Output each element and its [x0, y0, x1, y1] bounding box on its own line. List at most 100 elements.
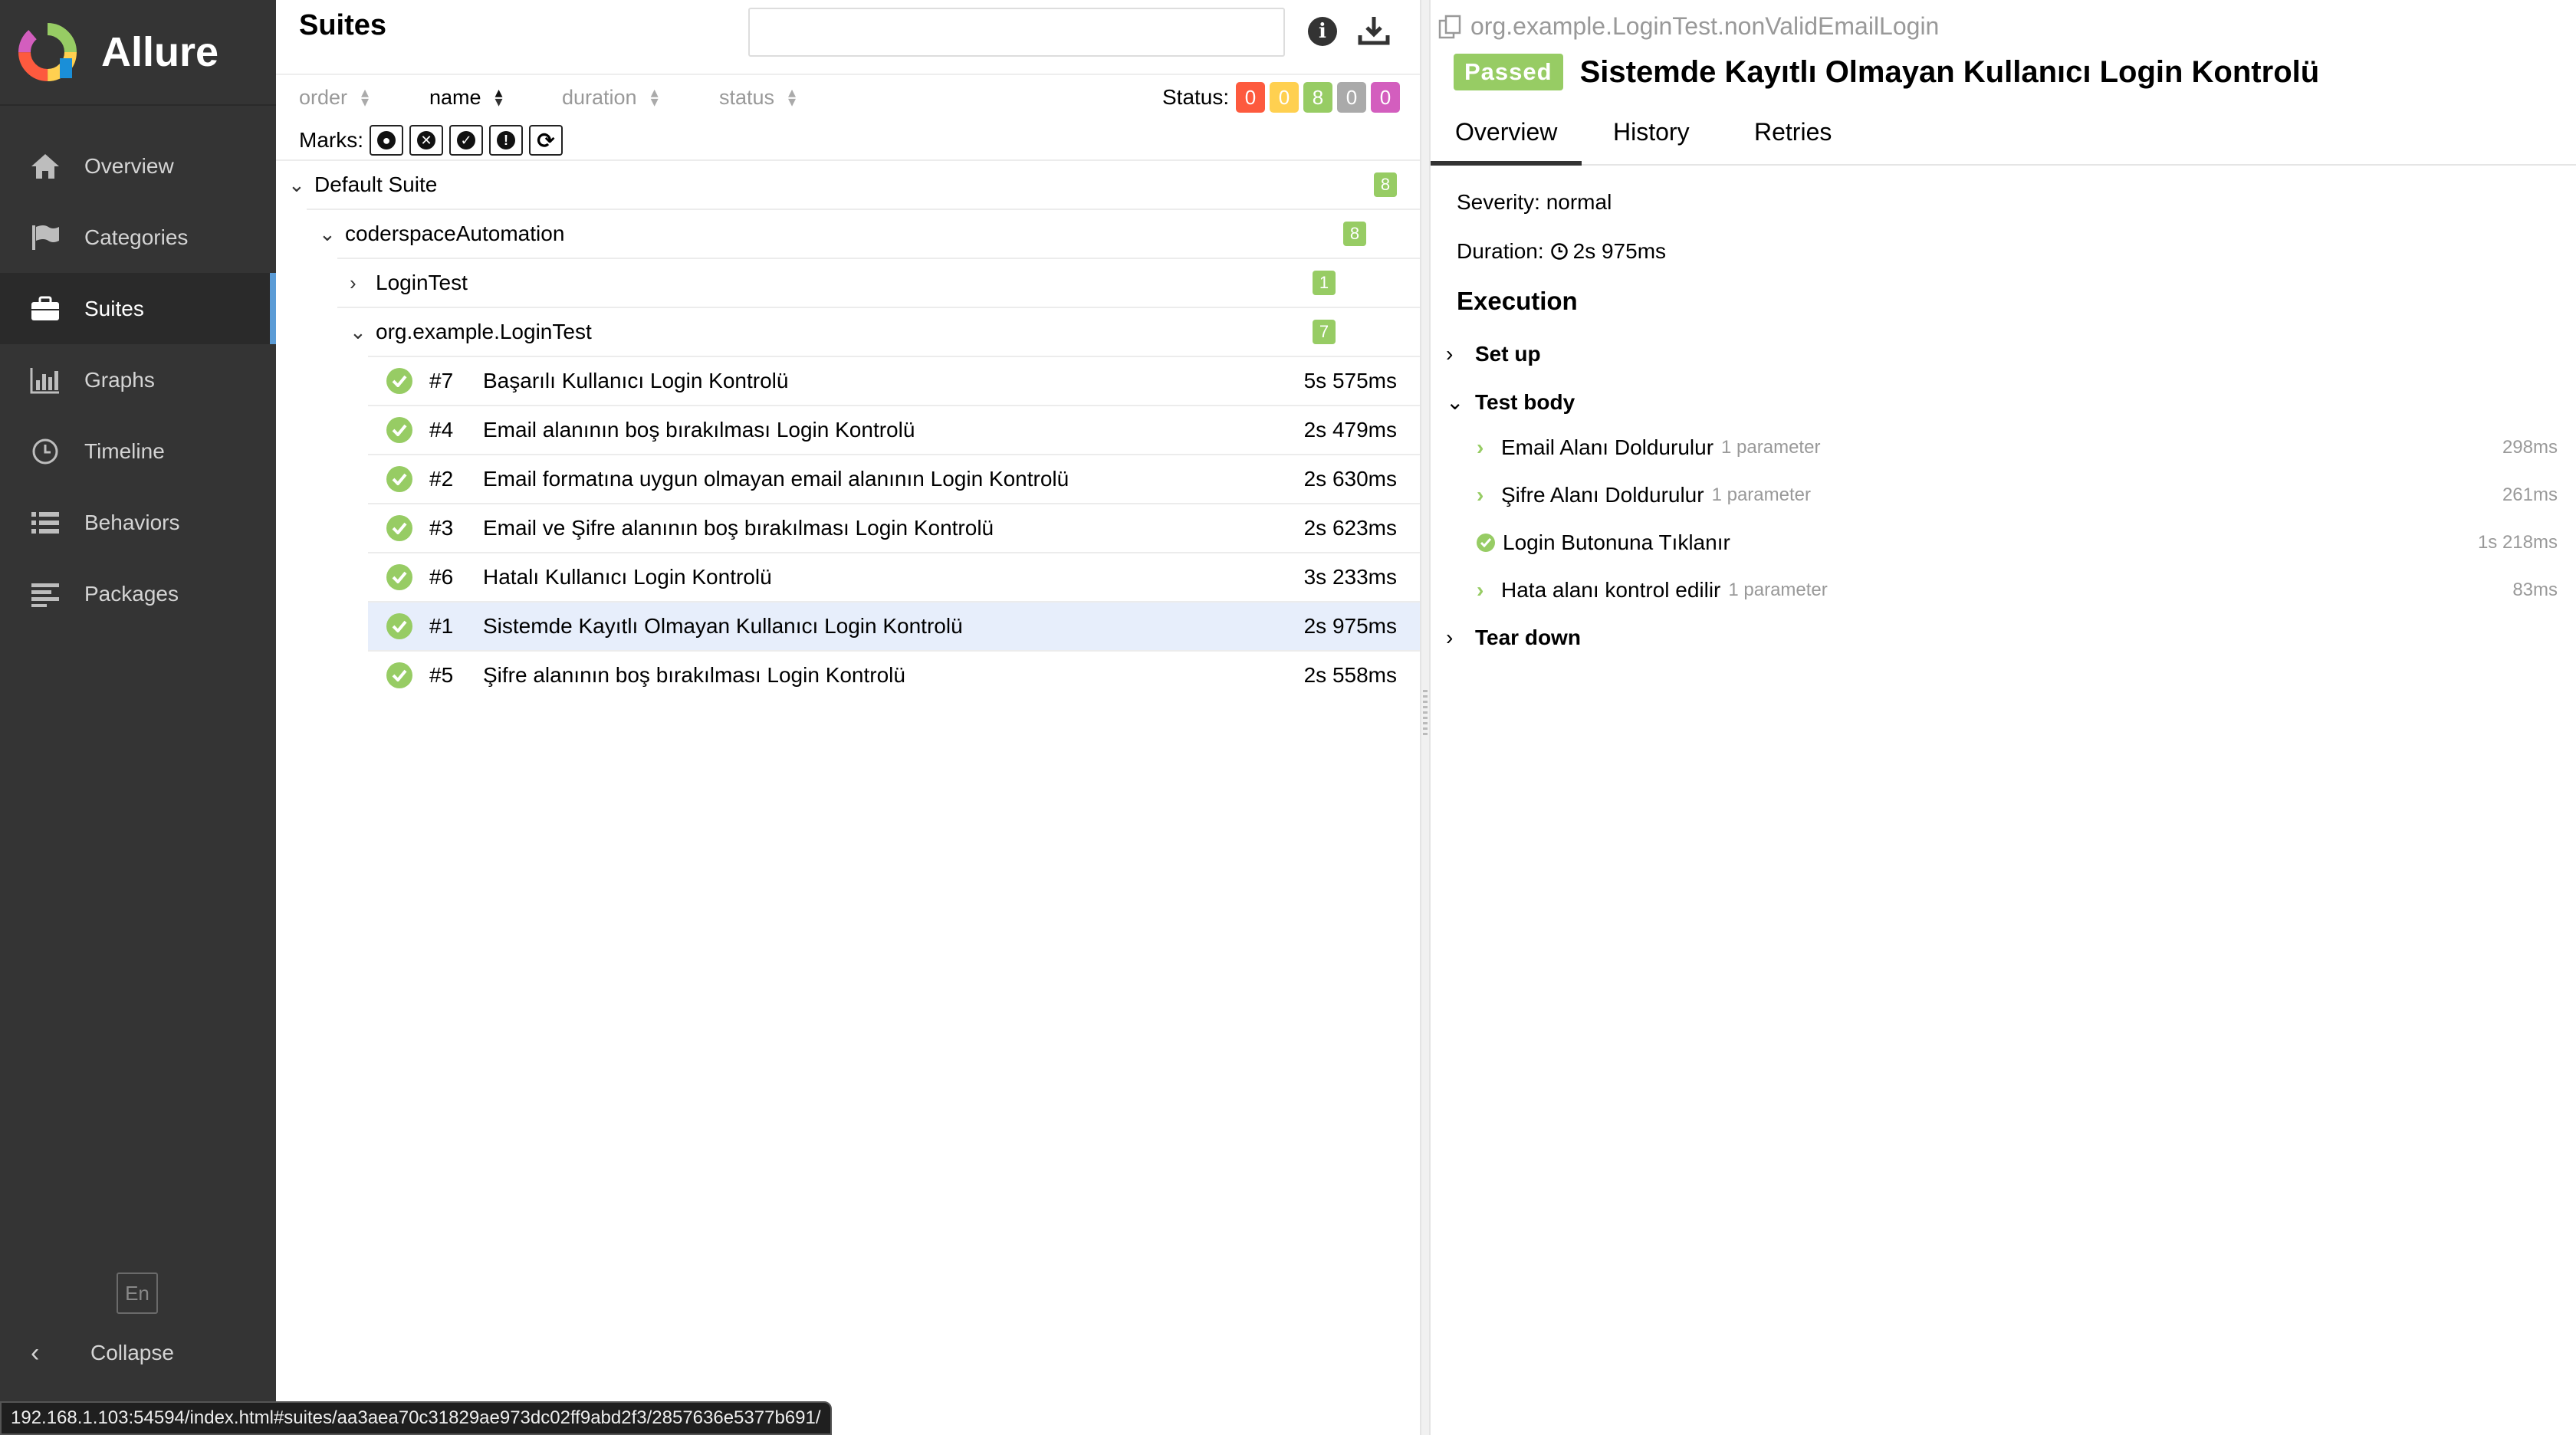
brand-name: Allure	[101, 29, 219, 75]
brand[interactable]: Allure	[0, 0, 276, 106]
sidebar-item-graphs[interactable]: Graphs	[0, 344, 276, 415]
suite-tree: ⌄ Default Suite 8 ⌄ coderspaceAutomation…	[276, 159, 1420, 699]
test-name: Email alanının boş bırakılması Login Kon…	[483, 418, 915, 442]
flaky-mark-icon[interactable]: ●	[370, 125, 403, 156]
teardown-section[interactable]: › Tear down	[1446, 626, 1581, 650]
test-duration: 2s 558ms	[1303, 663, 1397, 687]
marks-label: Marks:	[299, 128, 363, 152]
sort-name[interactable]: name ▴ ▾	[429, 84, 503, 110]
collapse-button[interactable]: ‹ Collapse	[31, 1334, 174, 1372]
chevron-down-icon: ⌄	[319, 222, 336, 245]
step-param: 1 parameter	[1721, 437, 1821, 458]
chevron-right-icon: ›	[1446, 342, 1454, 366]
bar-chart-icon	[28, 365, 63, 396]
status-failed-badge[interactable]: 0	[1236, 82, 1265, 113]
retries-mark-icon[interactable]: ⟳	[529, 125, 563, 156]
severity-text: Severity: normal	[1457, 190, 1612, 214]
collapse-label: Collapse	[90, 1341, 174, 1364]
new-broken-mark-icon[interactable]: !	[489, 125, 523, 156]
test-row[interactable]: #7 Başarılı Kullanıcı Login Kontrolü 5s …	[368, 356, 1420, 405]
sort-asc-icon: ▴ ▾	[495, 84, 503, 110]
detail-tabs: Overview History Retries	[1431, 107, 2576, 166]
clock-icon	[28, 436, 63, 467]
info-icon[interactable]: i	[1308, 17, 1337, 46]
chevron-down-icon: ⌄	[288, 172, 305, 196]
step-row[interactable]: › Şifre Alanı Doldurulur 1 parameter 261…	[1477, 483, 2558, 507]
test-body-section[interactable]: ⌄ Test body	[1446, 389, 1575, 415]
passed-status-icon	[386, 662, 412, 688]
chevron-right-icon: ›	[350, 271, 356, 294]
setup-section[interactable]: › Set up	[1446, 342, 1541, 366]
test-number: #1	[429, 614, 454, 638]
sidebar-item-behaviors[interactable]: Behaviors	[0, 487, 276, 558]
status-passed-badge[interactable]: 8	[1303, 82, 1332, 113]
language-select[interactable]: En	[117, 1272, 158, 1314]
test-detail-pane: org.example.LoginTest.nonValidEmailLogin…	[1431, 0, 2576, 1435]
step-name: Şifre Alanı Doldurulur	[1501, 483, 1704, 507]
align-left-icon	[28, 579, 63, 609]
sort-label: order	[299, 85, 348, 109]
passed-status-icon	[386, 466, 412, 492]
step-duration: 298ms	[2502, 437, 2558, 458]
tree-node-label: LoginTest	[376, 271, 468, 294]
sidebar-item-timeline[interactable]: Timeline	[0, 415, 276, 487]
tree-node-default-suite[interactable]: ⌄ Default Suite 8	[276, 159, 1420, 209]
chevron-down-icon: ⌄	[350, 320, 366, 343]
step-row[interactable]: › Email Alanı Doldurulur 1 parameter 298…	[1477, 435, 2558, 460]
status-unknown-badge[interactable]: 0	[1371, 82, 1400, 113]
test-row[interactable]: #3 Email ve Şifre alanının boş bırakılma…	[368, 503, 1420, 552]
duration-value: 2s 975ms	[1572, 239, 1667, 263]
new-failed-mark-icon[interactable]: ✕	[409, 125, 443, 156]
status-skipped-badge[interactable]: 0	[1337, 82, 1366, 113]
tree-node-label: Default Suite	[314, 172, 438, 196]
test-row[interactable]: #6 Hatalı Kullanıcı Login Kontrolü 3s 23…	[368, 552, 1420, 601]
step-row[interactable]: Login Butonuna Tıklanır 1s 218ms	[1477, 530, 2558, 555]
sidebar-item-overview[interactable]: Overview	[0, 130, 276, 202]
test-title-line: Passed Sistemde Kayıtlı Olmayan Kullanıc…	[1454, 54, 2319, 90]
test-row-selected[interactable]: #1 Sistemde Kayıtlı Olmayan Kullanıcı Lo…	[368, 601, 1420, 650]
splitter-grip-icon[interactable]	[1423, 690, 1428, 736]
tab-overview[interactable]: Overview	[1431, 118, 1582, 166]
sidebar-item-suites[interactable]: Suites	[0, 273, 276, 344]
tree-node-coderspace[interactable]: ⌄ coderspaceAutomation 8	[307, 209, 1420, 258]
passed-status-icon	[386, 368, 412, 394]
test-duration: 2s 479ms	[1303, 418, 1397, 442]
chevron-right-icon: ›	[1477, 483, 1484, 507]
step-duration: 83ms	[2512, 580, 2558, 600]
sidebar-item-categories[interactable]: Categories	[0, 202, 276, 273]
test-title: Sistemde Kayıtlı Olmayan Kullanıcı Login…	[1579, 54, 2320, 89]
test-duration: 2s 975ms	[1303, 614, 1397, 638]
sidebar-item-label: Timeline	[84, 438, 165, 463]
test-full-name-text: org.example.LoginTest.nonValidEmailLogin	[1470, 12, 1940, 40]
copy-icon[interactable]	[1438, 15, 1461, 39]
tab-retries[interactable]: Retries	[1730, 118, 1856, 166]
clock-icon	[1550, 242, 1569, 261]
test-row[interactable]: #4 Email alanının boş bırakılması Login …	[368, 405, 1420, 454]
test-number: #5	[429, 663, 454, 687]
step-row[interactable]: › Hata alanı kontrol edilir 1 parameter …	[1477, 578, 2558, 603]
test-row[interactable]: #5 Şifre alanının boş bırakılması Login …	[368, 650, 1420, 699]
sidebar-item-label: Packages	[84, 581, 179, 606]
marks-filter: Marks: ● ✕ ✓ ! ⟳	[299, 123, 563, 158]
tree-node-logintest[interactable]: › LoginTest 1	[337, 258, 1420, 307]
search-input[interactable]	[748, 8, 1285, 57]
chevron-right-icon: ›	[1477, 435, 1484, 459]
tab-history[interactable]: History	[1589, 118, 1714, 166]
sidebar-item-packages[interactable]: Packages	[0, 558, 276, 629]
sort-duration[interactable]: duration ▴ ▾	[562, 85, 659, 110]
count-badge: 1	[1313, 271, 1336, 295]
section-label: Set up	[1475, 342, 1541, 366]
test-name: Başarılı Kullanıcı Login Kontrolü	[483, 369, 789, 392]
section-label: Tear down	[1475, 626, 1581, 649]
sidebar-item-label: Overview	[84, 153, 174, 178]
test-row[interactable]: #2 Email formatına uygun olmayan email a…	[368, 454, 1420, 503]
tree-node-org-example-logintest[interactable]: ⌄ org.example.LoginTest 7	[337, 307, 1420, 356]
step-name: Hata alanı kontrol edilir	[1501, 578, 1721, 602]
new-passed-mark-icon[interactable]: ✓	[449, 125, 483, 156]
sidebar-item-label: Suites	[84, 296, 144, 320]
status-broken-badge[interactable]: 0	[1270, 82, 1299, 113]
sort-order[interactable]: order ▴ ▾	[299, 85, 369, 110]
sort-status[interactable]: status ▴ ▾	[719, 85, 796, 110]
test-number: #4	[429, 418, 454, 442]
download-icon[interactable]	[1357, 14, 1391, 48]
